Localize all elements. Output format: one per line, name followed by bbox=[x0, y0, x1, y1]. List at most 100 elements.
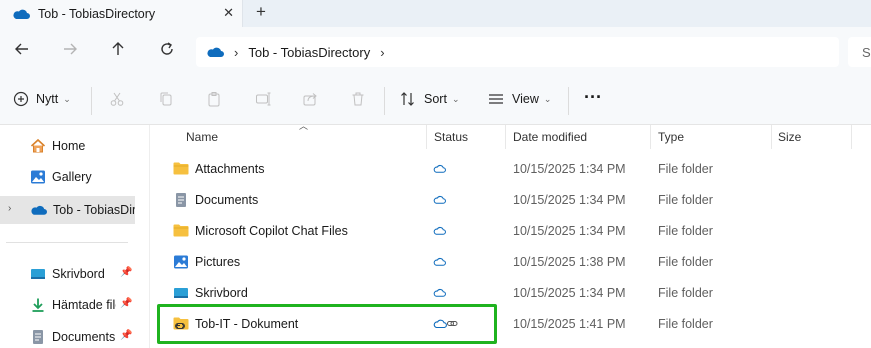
cut-button[interactable] bbox=[109, 91, 125, 107]
chevron-right-icon[interactable]: › bbox=[8, 203, 11, 214]
new-tab-button[interactable]: + bbox=[256, 2, 266, 22]
home-icon bbox=[30, 138, 46, 154]
download-icon bbox=[30, 297, 46, 313]
sidebar-item-skrivbord[interactable]: Skrivbord 📌 bbox=[0, 260, 150, 288]
pictures-folder-icon bbox=[173, 254, 189, 270]
more-options-button[interactable]: ··· bbox=[584, 87, 602, 108]
pin-icon[interactable]: 📌 bbox=[120, 330, 132, 341]
address-row: › Tob - TobiasDirectory › S bbox=[0, 27, 871, 77]
view-button[interactable]: View ⌄ bbox=[488, 91, 551, 107]
column-divider[interactable] bbox=[650, 125, 651, 149]
sidebar-item-label: Gallery bbox=[52, 170, 92, 184]
divider bbox=[568, 87, 569, 115]
trash-icon bbox=[350, 91, 366, 107]
file-name: Documents bbox=[195, 192, 259, 207]
command-bar: Nytt ⌄ Sort ⌄ View ⌄ ··· bbox=[0, 77, 871, 125]
table-row[interactable]: Attachments 10/15/2025 1:34 PM File fold… bbox=[155, 153, 871, 184]
sidebar-item-documents[interactable]: Documents 📌 bbox=[0, 323, 150, 348]
column-divider[interactable] bbox=[426, 125, 427, 149]
refresh-icon[interactable] bbox=[159, 41, 175, 57]
column-divider[interactable] bbox=[771, 125, 772, 149]
date-modified: 10/15/2025 1:34 PM bbox=[513, 223, 626, 238]
forward-arrow-icon[interactable] bbox=[62, 41, 78, 57]
divider bbox=[91, 87, 92, 115]
highlight-box bbox=[157, 304, 497, 344]
date-modified: 10/15/2025 1:41 PM bbox=[513, 316, 626, 331]
column-header-size[interactable]: Size bbox=[778, 125, 801, 149]
sidebar-item-home[interactable]: Home bbox=[0, 132, 150, 160]
chevron-right-icon[interactable]: › bbox=[380, 45, 384, 60]
divider bbox=[384, 87, 385, 115]
divider bbox=[6, 242, 128, 243]
tab-tobias-directory[interactable]: Tob - TobiasDirectory ✕ bbox=[0, 0, 243, 27]
file-type: File folder bbox=[658, 161, 713, 176]
file-list: ︿ Name Status Date modified Type Size At… bbox=[155, 121, 871, 348]
column-header-name[interactable]: Name bbox=[186, 125, 218, 149]
document-icon bbox=[30, 329, 46, 345]
share-button[interactable] bbox=[302, 91, 318, 107]
sidebar-item-label: Tob - TobiasDirectory bbox=[53, 203, 135, 217]
sidebar-item-label: Hämtade filer bbox=[52, 298, 116, 312]
copy-button[interactable] bbox=[158, 91, 174, 107]
sidebar-item-label: Home bbox=[52, 139, 86, 153]
search-input[interactable]: S bbox=[848, 37, 871, 67]
tab-title: Tob - TobiasDirectory bbox=[38, 6, 156, 21]
column-header-type[interactable]: Type bbox=[658, 125, 684, 149]
sidebar-item-tobias-directory[interactable]: › Tob - TobiasDirectory bbox=[0, 196, 135, 224]
file-type: File folder bbox=[658, 192, 713, 207]
search-placeholder: S bbox=[862, 44, 871, 60]
column-divider[interactable] bbox=[505, 125, 506, 149]
sidebar-item-hamtade-filer[interactable]: Hämtade filer 📌 bbox=[0, 291, 150, 319]
cloud-icon bbox=[433, 215, 446, 246]
folder-icon bbox=[173, 162, 189, 175]
tab-strip: Tob - TobiasDirectory ✕ + bbox=[0, 0, 871, 27]
sidebar-item-gallery[interactable]: Gallery bbox=[0, 163, 150, 191]
chevron-down-icon: ⌄ bbox=[543, 93, 552, 104]
column-divider[interactable] bbox=[851, 125, 852, 149]
file-name: Skrivbord bbox=[195, 285, 248, 300]
table-row[interactable]: Tob-IT - Dokument 10/15/2025 1:41 PM Fil… bbox=[155, 304, 871, 344]
table-row[interactable]: Pictures 10/15/2025 1:38 PM File folder bbox=[155, 246, 871, 277]
up-arrow-icon[interactable] bbox=[110, 41, 126, 57]
new-button[interactable]: Nytt ⌄ bbox=[13, 91, 71, 107]
gallery-icon bbox=[30, 169, 46, 185]
table-row[interactable]: Documents 10/15/2025 1:34 PM File folder bbox=[155, 184, 871, 215]
onedrive-icon bbox=[12, 8, 30, 20]
cloud-icon bbox=[433, 153, 446, 184]
name-cell: Pictures bbox=[173, 246, 240, 277]
navigation-pane: Home Gallery › Tob - TobiasDirectory Skr… bbox=[0, 125, 150, 348]
paste-button[interactable] bbox=[206, 91, 222, 107]
name-cell: Microsoft Copilot Chat Files bbox=[173, 215, 348, 246]
desktop-folder-icon bbox=[173, 286, 189, 300]
sort-button[interactable]: Sort ⌄ bbox=[400, 91, 459, 107]
file-name: Pictures bbox=[195, 254, 241, 269]
chevron-down-icon: ⌄ bbox=[451, 93, 460, 104]
chevron-right-icon[interactable]: › bbox=[234, 45, 238, 60]
pin-icon[interactable]: 📌 bbox=[120, 298, 132, 309]
name-cell: Documents bbox=[173, 184, 258, 215]
chevron-down-icon: ⌄ bbox=[63, 93, 71, 104]
breadcrumb-tobias-directory[interactable]: Tob - TobiasDirectory bbox=[248, 45, 370, 60]
desktop-icon bbox=[30, 267, 46, 281]
file-type: File folder bbox=[658, 316, 713, 331]
view-lines-icon bbox=[488, 91, 504, 107]
rename-button[interactable] bbox=[255, 91, 271, 107]
new-label: Nytt bbox=[36, 92, 59, 106]
sort-ascending-icon: ︿ bbox=[299, 121, 309, 131]
column-header-status[interactable]: Status bbox=[434, 125, 468, 149]
table-row[interactable]: Microsoft Copilot Chat Files 10/15/2025 … bbox=[155, 215, 871, 246]
file-name: Microsoft Copilot Chat Files bbox=[195, 223, 348, 238]
back-arrow-icon[interactable] bbox=[14, 41, 30, 57]
address-bar[interactable]: › Tob - TobiasDirectory › bbox=[196, 37, 839, 67]
sort-arrows-icon bbox=[400, 91, 416, 107]
rename-icon bbox=[255, 91, 271, 107]
pin-icon[interactable]: 📌 bbox=[120, 267, 132, 278]
close-tab-icon[interactable]: ✕ bbox=[223, 5, 234, 21]
cloud-icon bbox=[433, 184, 446, 215]
column-header-date-modified[interactable]: Date modified bbox=[513, 125, 587, 149]
pane-splitter[interactable] bbox=[149, 125, 150, 348]
file-type: File folder bbox=[658, 254, 713, 269]
sidebar-item-label: Skrivbord bbox=[52, 267, 105, 281]
delete-button[interactable] bbox=[350, 91, 366, 107]
copy-icon bbox=[158, 91, 174, 107]
